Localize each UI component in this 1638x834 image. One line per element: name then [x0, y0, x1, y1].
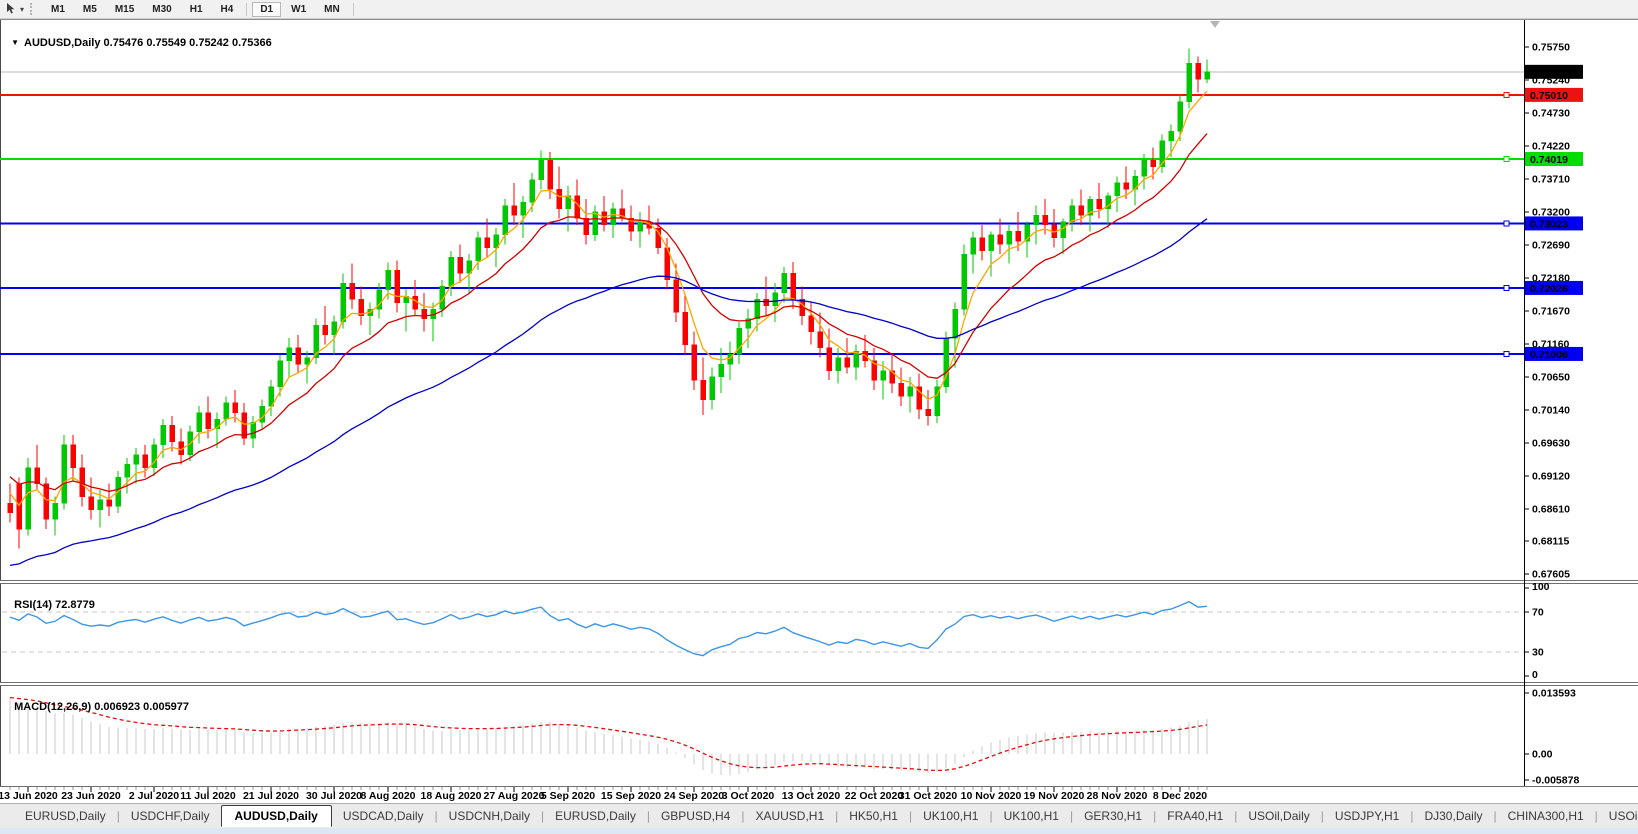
svg-text:0.68115: 0.68115 [1532, 535, 1570, 547]
hline-handle[interactable] [1504, 92, 1509, 97]
timeframe-button-m30[interactable]: M30 [144, 2, 179, 17]
chart-title: ▼ AUDUSD,Daily 0.75476 0.75549 0.75242 0.… [5, 25, 272, 49]
symbol-tab-usdcnh-daily[interactable]: USDCNH,Daily [438, 806, 541, 826]
symbol-tab-usdjpy-h1[interactable]: USDJPY,H1 [1324, 806, 1410, 826]
symbol-tab-uk100-h1[interactable]: UK100,H1 [912, 806, 989, 826]
svg-text:2 Jul 2020: 2 Jul 2020 [129, 790, 179, 802]
hline-handle[interactable] [1504, 221, 1509, 226]
svg-text:0.68610: 0.68610 [1532, 503, 1570, 515]
price-badge: 0.75010 [1530, 90, 1568, 102]
chart-title-ohlc: 0.75476 0.75549 0.75242 0.75366 [104, 37, 272, 49]
price-badge: 0.74019 [1530, 154, 1568, 166]
hline-handle[interactable] [1504, 285, 1509, 290]
price-badge: 0.73023 [1530, 218, 1568, 230]
status-bar [0, 828, 1638, 834]
svg-text:22 Oct 2020: 22 Oct 2020 [845, 790, 904, 802]
svg-text:27 Aug 2020: 27 Aug 2020 [484, 790, 545, 802]
svg-text:0.72690: 0.72690 [1532, 239, 1570, 251]
svg-text:0.013593: 0.013593 [1532, 688, 1576, 700]
symbol-tab-uk100-h1[interactable]: UK100,H1 [993, 806, 1070, 826]
svg-text:11 Jul 2020: 11 Jul 2020 [180, 790, 236, 802]
price-badge: 0.72026 [1530, 283, 1568, 295]
hline-handle[interactable] [1504, 351, 1509, 356]
svg-text:0.00: 0.00 [1532, 749, 1553, 761]
svg-text:-0.005878: -0.005878 [1532, 775, 1579, 787]
timeframe-button-w1[interactable]: W1 [283, 2, 314, 17]
symbol-tab-dj30-daily[interactable]: DJ30,Daily [1413, 806, 1493, 826]
symbol-tabs: EURUSD,Daily|USDCHF,DailyAUDUSD,DailyUSD… [14, 805, 1638, 827]
svg-text:0: 0 [1532, 669, 1538, 681]
svg-text:0.75750: 0.75750 [1532, 42, 1570, 54]
symbol-tab-eurusd-daily[interactable]: EURUSD,Daily [544, 806, 647, 826]
cursor-tool-icon[interactable] [2, 2, 20, 16]
chart-collapse-icon[interactable]: ▼ [11, 38, 19, 47]
timeframe-button-h4[interactable]: H4 [213, 2, 242, 17]
svg-text:8 Aug 2020: 8 Aug 2020 [360, 790, 415, 802]
symbol-tab-audusd-daily[interactable]: AUDUSD,Daily [221, 805, 332, 827]
rsi-indicator-label: RSI(14) 72.8779 [8, 587, 95, 611]
toolbar: ▾ M1M5M15M30H1H4 D1W1MN [0, 0, 1638, 19]
hline-handle[interactable] [1504, 156, 1509, 161]
svg-text:0.67605: 0.67605 [1532, 568, 1570, 580]
timeframe-button-h1[interactable]: H1 [182, 2, 211, 17]
svg-text:70: 70 [1532, 607, 1544, 619]
svg-text:3 Oct 2020: 3 Oct 2020 [722, 790, 775, 802]
timeframe-button-m5[interactable]: M5 [75, 2, 105, 17]
timeframe-button-m15[interactable]: M15 [107, 2, 142, 17]
toolbar-grip[interactable] [30, 3, 35, 15]
symbol-tab-usdchf-daily[interactable]: USDCHF,Daily [120, 806, 221, 826]
symbol-tab-fra40-h1[interactable]: FRA40,H1 [1156, 806, 1234, 826]
svg-text:13 Oct 2020: 13 Oct 2020 [782, 790, 841, 802]
svg-text:0.74220: 0.74220 [1532, 140, 1570, 152]
svg-text:8 Dec 2020: 8 Dec 2020 [1153, 790, 1207, 802]
svg-text:30 Jul 2020: 30 Jul 2020 [306, 790, 362, 802]
svg-text:5 Sep 2020: 5 Sep 2020 [541, 790, 595, 802]
symbol-tab-usoil-daily[interactable]: USOil,Daily [1237, 806, 1320, 826]
timeframe-button-m1[interactable]: M1 [43, 2, 73, 17]
svg-text:31 Oct 2020: 31 Oct 2020 [899, 790, 958, 802]
svg-text:21 Jul 2020: 21 Jul 2020 [243, 790, 299, 802]
symbol-tab-gbpusd-h4[interactable]: GBPUSD,H4 [650, 806, 741, 826]
svg-text:23 Jun 2020: 23 Jun 2020 [61, 790, 121, 802]
dropdown-caret-icon[interactable]: ▾ [20, 5, 24, 14]
chart-title-symbol: AUDUSD,Daily [24, 37, 100, 49]
svg-text:100: 100 [1532, 581, 1550, 593]
svg-text:0.70140: 0.70140 [1532, 404, 1570, 416]
svg-text:13 Jun 2020: 13 Jun 2020 [0, 790, 58, 802]
svg-text:28 Nov 2020: 28 Nov 2020 [1087, 790, 1148, 802]
svg-text:0.73710: 0.73710 [1532, 173, 1570, 185]
svg-text:24 Sep 2020: 24 Sep 2020 [664, 790, 724, 802]
chart-area[interactable]: 0.757500.752400.747300.742200.737100.732… [0, 0, 1638, 803]
svg-text:0.74730: 0.74730 [1532, 107, 1570, 119]
symbol-tab-china300-h1[interactable]: CHINA300,H1 [1497, 806, 1595, 826]
symbol-tab-usoil-h1[interactable]: USOil,H1 [1598, 806, 1638, 826]
symbol-tab-bar: EURUSD,Daily|USDCHF,DailyAUDUSD,DailyUSD… [0, 803, 1638, 828]
svg-text:15 Sep 2020: 15 Sep 2020 [601, 790, 661, 802]
symbol-tab-eurusd-daily[interactable]: EURUSD,Daily [14, 806, 117, 826]
symbol-tab-usdcad-daily[interactable]: USDCAD,Daily [332, 806, 435, 826]
symbol-tab-ger30-h1[interactable]: GER30,H1 [1073, 806, 1153, 826]
svg-text:0.69630: 0.69630 [1532, 437, 1570, 449]
symbol-tab-hk50-h1[interactable]: HK50,H1 [838, 806, 909, 826]
macd-indicator-label: MACD(12,26,9) 0.006923 0.005977 [8, 689, 189, 713]
toolbar-separator [353, 3, 354, 16]
timeframe-button-group: M1M5M15M30H1H4 D1W1MN [42, 2, 358, 17]
svg-text:19 Nov 2020: 19 Nov 2020 [1024, 790, 1085, 802]
svg-text:30: 30 [1532, 647, 1544, 659]
symbol-tab-xauusd-h1[interactable]: XAUUSD,H1 [744, 806, 835, 826]
svg-text:10 Nov 2020: 10 Nov 2020 [961, 790, 1022, 802]
svg-text:0.71670: 0.71670 [1532, 305, 1570, 317]
svg-text:0.69120: 0.69120 [1532, 470, 1570, 482]
toolbar-separator [246, 3, 247, 16]
price-badge: 0.71006 [1530, 349, 1568, 361]
svg-text:18 Aug 2020: 18 Aug 2020 [421, 790, 482, 802]
timeframe-button-d1[interactable]: D1 [252, 2, 281, 17]
svg-text:0.70650: 0.70650 [1532, 371, 1570, 383]
timeframe-button-mn[interactable]: MN [316, 2, 348, 17]
price-badge: 0.75366 [1530, 67, 1568, 79]
